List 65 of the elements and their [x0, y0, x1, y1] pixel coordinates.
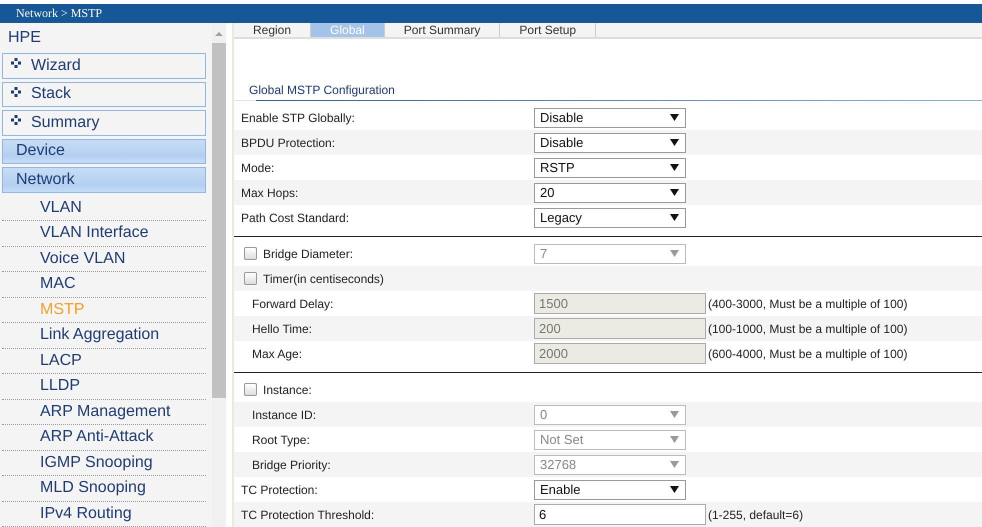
menu-group[interactable]: Stack [2, 82, 206, 108]
caret-icon [670, 436, 679, 443]
caret-icon [670, 139, 679, 146]
menu-item[interactable]: ARP Anti-Attack [2, 425, 206, 451]
field-label: Enable STP Globally: [241, 110, 355, 125]
section-title: Global MSTP Configuration [248, 83, 396, 99]
diamond-icon [11, 58, 21, 68]
menu-item[interactable]: VLAN Interface [2, 221, 206, 247]
dropdown[interactable]: RSTP [534, 158, 686, 178]
dropdown[interactable]: Disable [534, 108, 686, 128]
range-hint: (400-3000, Must be a multiple of 100) [708, 296, 908, 311]
tab[interactable]: Port Summary [384, 23, 500, 37]
checkbox[interactable] [244, 383, 257, 396]
field-label: Timer(in centiseconds) [263, 272, 384, 286]
diamond-icon [11, 115, 21, 126]
caret-icon [670, 214, 679, 222]
field-label: Mode: [241, 160, 274, 175]
range-hint: (1-255, default=6) [708, 508, 804, 522]
field-label: TC Protection: [241, 482, 318, 496]
range-hint: (100-1000, Must be a multiple of 100) [708, 322, 908, 336]
field-label: Forward Delay: [252, 296, 334, 311]
dropdown[interactable]: Enable [534, 480, 686, 500]
menu-category[interactable]: Network [2, 167, 206, 193]
checkbox[interactable] [244, 272, 257, 286]
field-label: Path Cost Standard: [241, 210, 350, 225]
menu-item[interactable]: ARP Management [2, 400, 206, 426]
range-hint: (600-4000, Must be a multiple of 100) [708, 346, 908, 361]
field-label: BPDU Protection: [241, 136, 336, 150]
tab[interactable]: Port Setup [500, 23, 596, 37]
menu-group[interactable]: Summary [2, 110, 206, 136]
caret-icon [670, 461, 679, 468]
field-label: Bridge Diameter: [263, 246, 354, 261]
menu-item[interactable]: MLD Snooping [2, 476, 206, 502]
menu-item[interactable]: IPv4 Routing [2, 502, 206, 527]
menu-item[interactable]: Link Aggregation [2, 323, 206, 349]
caret-icon [670, 411, 679, 418]
caret-icon [670, 486, 679, 493]
caret-icon [670, 164, 679, 172]
menu-item[interactable]: LACP [2, 348, 206, 374]
field-label: Root Type: [252, 432, 310, 446]
dropdown[interactable]: Disable [534, 132, 686, 153]
menu-item[interactable]: Voice VLAN [2, 246, 206, 272]
dropdown[interactable]: 20 [534, 182, 686, 203]
menu-category[interactable]: Device [2, 138, 206, 164]
dropdown[interactable]: Legacy [534, 208, 686, 228]
field-label: Max Age: [252, 346, 302, 361]
field-label: Bridge Priority: [252, 458, 331, 472]
field-label: Max Hops: [241, 186, 298, 200]
caret-icon [670, 189, 679, 196]
diamond-icon [11, 86, 21, 97]
menu-group[interactable]: Wizard [2, 53, 206, 79]
field-label: Instance: [263, 382, 312, 396]
input-field[interactable]: 6 [534, 504, 706, 525]
menu-item[interactable]: VLAN [2, 196, 206, 222]
sidebar-title: HPE [7, 28, 42, 48]
caret-icon [670, 114, 679, 122]
field-label: Instance ID: [252, 408, 316, 422]
menu-item[interactable]: IGMP Snooping [2, 450, 206, 476]
caret-icon [670, 250, 679, 258]
breadcrumb: Network > MSTP [16, 6, 102, 21]
scrollbar[interactable] [212, 23, 226, 527]
field-label: Hello Time: [252, 322, 312, 336]
menu-item[interactable]: LLDP [2, 374, 206, 400]
field-label: TC Protection Threshold: [241, 508, 374, 522]
menu-item[interactable]: MAC [2, 272, 206, 298]
